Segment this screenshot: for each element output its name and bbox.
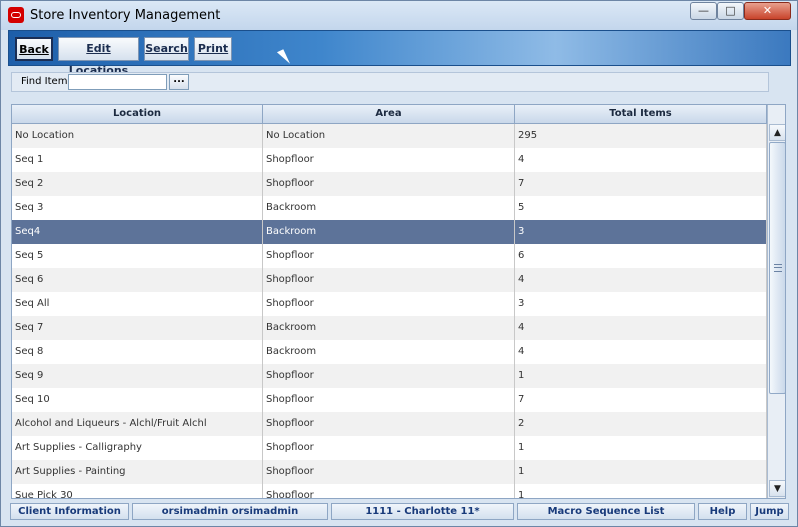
cell-area: Shopfloor [263, 412, 515, 436]
table-header: Location Area Total Items [12, 105, 767, 124]
status-bar: Client Information orsimadmin orsimadmin… [10, 503, 790, 520]
cell-total-items: 4 [515, 148, 767, 172]
print-button[interactable]: Print [194, 37, 232, 61]
cell-area: Backroom [263, 220, 515, 244]
find-item-input[interactable] [68, 74, 167, 90]
cell-total-items: 4 [515, 268, 767, 292]
cell-total-items: 4 [515, 340, 767, 364]
cell-total-items: 5 [515, 196, 767, 220]
table-row[interactable]: Seq 2 Shopfloor 7 [12, 172, 767, 196]
cell-location: Seq 7 [12, 316, 263, 340]
cell-location: Seq 1 [12, 148, 263, 172]
cell-total-items: 1 [515, 436, 767, 460]
cell-location: Alcohol and Liqueurs - Alchl/Fruit Alchl [12, 412, 263, 436]
cell-location: Seq 9 [12, 364, 263, 388]
maximize-button[interactable]: □ [717, 2, 744, 20]
cell-total-items: 1 [515, 364, 767, 388]
table-row[interactable]: Seq 8 Backroom 4 [12, 340, 767, 364]
table-row[interactable]: Art Supplies - Calligraphy Shopfloor 1 [12, 436, 767, 460]
table-row[interactable]: Seq 6 Shopfloor 4 [12, 268, 767, 292]
store-status: 1111 - Charlotte 11* [331, 503, 514, 520]
find-item-label: Find Item: [21, 76, 71, 87]
client-information-button[interactable]: Client Information [10, 503, 129, 520]
cell-location: Seq 3 [12, 196, 263, 220]
cell-location: Sue Pick 30 [12, 484, 263, 498]
scroll-down-icon[interactable]: ▼ [769, 480, 785, 497]
vertical-scrollbar[interactable]: ▲ ▼ [767, 105, 785, 498]
table-row[interactable]: Seq4 Backroom 3 [12, 220, 767, 244]
edit-locations-button[interactable]: Edit Locations [58, 37, 139, 77]
cell-total-items: 1 [515, 460, 767, 484]
jump-button[interactable]: Jump [750, 503, 789, 520]
cell-area: Shopfloor [263, 436, 515, 460]
cell-total-items: 6 [515, 244, 767, 268]
oracle-app-icon [8, 7, 24, 23]
table-row[interactable]: Seq 7 Backroom 4 [12, 316, 767, 340]
minimize-button[interactable]: — [690, 2, 717, 20]
scroll-thumb[interactable] [769, 142, 785, 394]
table-row[interactable]: Seq 1 Shopfloor 4 [12, 148, 767, 172]
scroll-up-icon[interactable]: ▲ [769, 124, 785, 141]
cell-area: Shopfloor [263, 172, 515, 196]
screen-name-status: Macro Sequence List [517, 503, 695, 520]
table-row[interactable]: Seq All Shopfloor 3 [12, 292, 767, 316]
cell-area: Shopfloor [263, 484, 515, 498]
cell-total-items: 1 [515, 484, 767, 498]
cell-total-items: 3 [515, 220, 767, 244]
table-row[interactable]: Sue Pick 30 Shopfloor 1 [12, 484, 767, 498]
app-window: Store Inventory Management — □ ✕ Back Ed… [0, 0, 798, 527]
cell-area: Backroom [263, 196, 515, 220]
cell-area: Shopfloor [263, 268, 515, 292]
cell-location: Seq 5 [12, 244, 263, 268]
find-item-browse-button[interactable]: ... [169, 74, 189, 90]
cell-total-items: 3 [515, 292, 767, 316]
cell-area: Shopfloor [263, 460, 515, 484]
cell-location: Seq 10 [12, 388, 263, 412]
cell-location: Seq 6 [12, 268, 263, 292]
user-status: orsimadmin orsimadmin [132, 503, 328, 520]
cell-area: Backroom [263, 340, 515, 364]
back-button[interactable]: Back [15, 37, 53, 61]
search-button[interactable]: Search [144, 37, 189, 61]
cell-area: Shopfloor [263, 364, 515, 388]
table-row[interactable]: Seq 9 Shopfloor 1 [12, 364, 767, 388]
cell-location: Art Supplies - Calligraphy [12, 436, 263, 460]
cell-total-items: 7 [515, 172, 767, 196]
table-row[interactable]: No Location No Location 295 [12, 124, 767, 148]
cell-location: Seq All [12, 292, 263, 316]
table-row[interactable]: Alcohol and Liqueurs - Alchl/Fruit Alchl… [12, 412, 767, 436]
cell-location: No Location [12, 124, 263, 148]
cell-location: Seq 2 [12, 172, 263, 196]
cell-total-items: 295 [515, 124, 767, 148]
table-row[interactable]: Seq 3 Backroom 5 [12, 196, 767, 220]
cell-total-items: 7 [515, 388, 767, 412]
grip-icon [774, 264, 782, 272]
table-row[interactable]: Seq 10 Shopfloor 7 [12, 388, 767, 412]
find-item-bar: Find Item: ... [11, 72, 769, 92]
table-body: No Location No Location 295 Seq 1 Shopfloor 4… [12, 124, 767, 498]
cell-total-items: 4 [515, 316, 767, 340]
title-bar[interactable]: Store Inventory Management — □ ✕ [1, 1, 797, 30]
cell-area: Shopfloor [263, 148, 515, 172]
window-title: Store Inventory Management [30, 8, 221, 23]
help-button[interactable]: Help [698, 503, 747, 520]
column-header-total-items[interactable]: Total Items [515, 105, 767, 123]
cell-location: Seq4 [12, 220, 263, 244]
close-button[interactable]: ✕ [744, 2, 791, 20]
cell-location: Art Supplies - Painting [12, 460, 263, 484]
table-row[interactable]: Seq 5 Shopfloor 6 [12, 244, 767, 268]
cell-location: Seq 8 [12, 340, 263, 364]
cell-total-items: 2 [515, 412, 767, 436]
column-header-area[interactable]: Area [263, 105, 515, 123]
locations-table: Location Area Total Items No Location No … [11, 104, 786, 499]
cell-area: Shopfloor [263, 388, 515, 412]
column-header-location[interactable]: Location [12, 105, 263, 123]
toolbar: Back Edit Locations Search Print [8, 30, 791, 77]
cell-area: No Location [263, 124, 515, 148]
cell-area: Shopfloor [263, 292, 515, 316]
table-row[interactable]: Art Supplies - Painting Shopfloor 1 [12, 460, 767, 484]
cell-area: Backroom [263, 316, 515, 340]
cell-area: Shopfloor [263, 244, 515, 268]
